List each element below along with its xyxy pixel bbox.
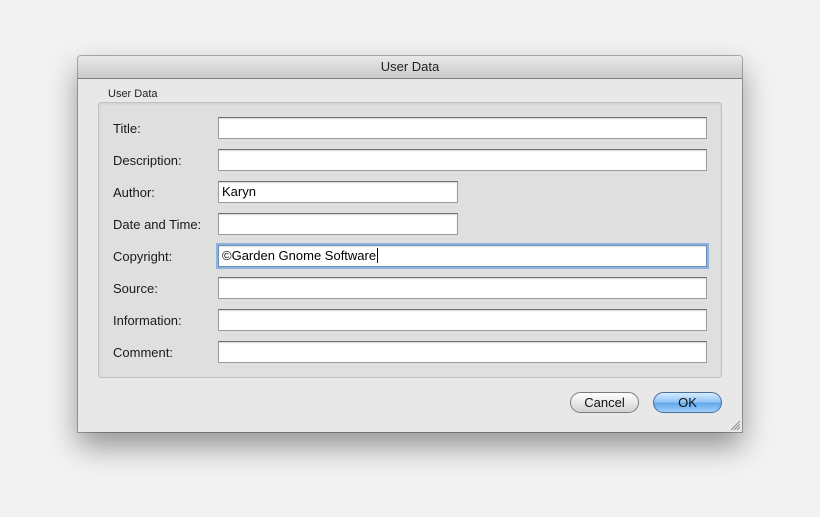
- information-field[interactable]: [218, 309, 707, 331]
- source-label: Source:: [113, 281, 158, 296]
- copyright-label: Copyright:: [113, 249, 173, 264]
- date-time-row: Date and Time:: [99, 213, 721, 237]
- title-row: Title:: [99, 117, 721, 141]
- source-row: Source:: [99, 277, 721, 301]
- comment-field[interactable]: [218, 341, 707, 363]
- information-row: Information:: [99, 309, 721, 333]
- user-data-group: Title: Description: Author: Karyn Date a…: [98, 102, 722, 378]
- date-time-field[interactable]: [218, 213, 458, 235]
- author-row: Author: Karyn: [99, 181, 721, 205]
- information-label: Information:: [113, 313, 182, 328]
- user-data-dialog: User Data User Data Title: Description: …: [78, 56, 742, 432]
- copyright-value: ©Garden Gnome Software: [222, 248, 377, 263]
- title-field[interactable]: [218, 117, 707, 139]
- copyright-field[interactable]: ©Garden Gnome Software: [218, 245, 707, 267]
- group-label: User Data: [108, 88, 158, 100]
- description-row: Description:: [99, 149, 721, 173]
- description-field[interactable]: [218, 149, 707, 171]
- window-title: User Data: [78, 56, 742, 79]
- author-label: Author:: [113, 185, 155, 200]
- author-field[interactable]: Karyn: [218, 181, 458, 203]
- title-label: Title:: [113, 121, 141, 136]
- text-caret: [377, 248, 379, 263]
- resize-grip-icon[interactable]: [730, 420, 741, 431]
- comment-row: Comment:: [99, 341, 721, 365]
- ok-button[interactable]: OK: [653, 392, 722, 413]
- description-label: Description:: [113, 153, 182, 168]
- cancel-button[interactable]: Cancel: [570, 392, 639, 413]
- date-time-label: Date and Time:: [113, 217, 202, 232]
- copyright-row: Copyright: ©Garden Gnome Software: [99, 245, 721, 269]
- comment-label: Comment:: [113, 345, 173, 360]
- source-field[interactable]: [218, 277, 707, 299]
